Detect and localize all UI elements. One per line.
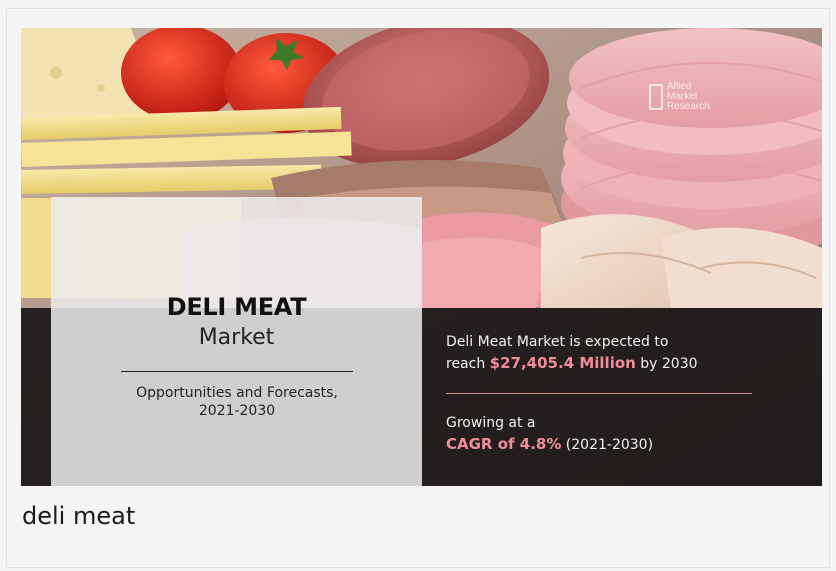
- title-panel: DELI MEAT Market Opportunities and Forec…: [51, 197, 422, 486]
- cagr-stat: Growing at a CAGR of 4.8% (2021-2030): [446, 415, 654, 453]
- stat-divider: [446, 393, 752, 394]
- banner-subtitle: Opportunities and Forecasts, 2021-2030: [136, 385, 338, 419]
- market-size-stat: Deli Meat Market is expected to reach $2…: [446, 334, 698, 372]
- cagr-highlight: CAGR of 4.8%: [446, 435, 562, 453]
- banner-title-regular: Market: [198, 325, 275, 350]
- image-caption: deli meat: [22, 502, 136, 530]
- deli-meat-banner: Allied Market Research DELI MEAT Market …: [21, 28, 822, 486]
- allied-market-research-logo: Allied Market Research: [649, 82, 729, 118]
- market-value-highlight: $27,405.4 Million: [489, 354, 636, 372]
- banner-title-bold: DELI MEAT: [166, 293, 307, 321]
- title-divider: [121, 371, 353, 372]
